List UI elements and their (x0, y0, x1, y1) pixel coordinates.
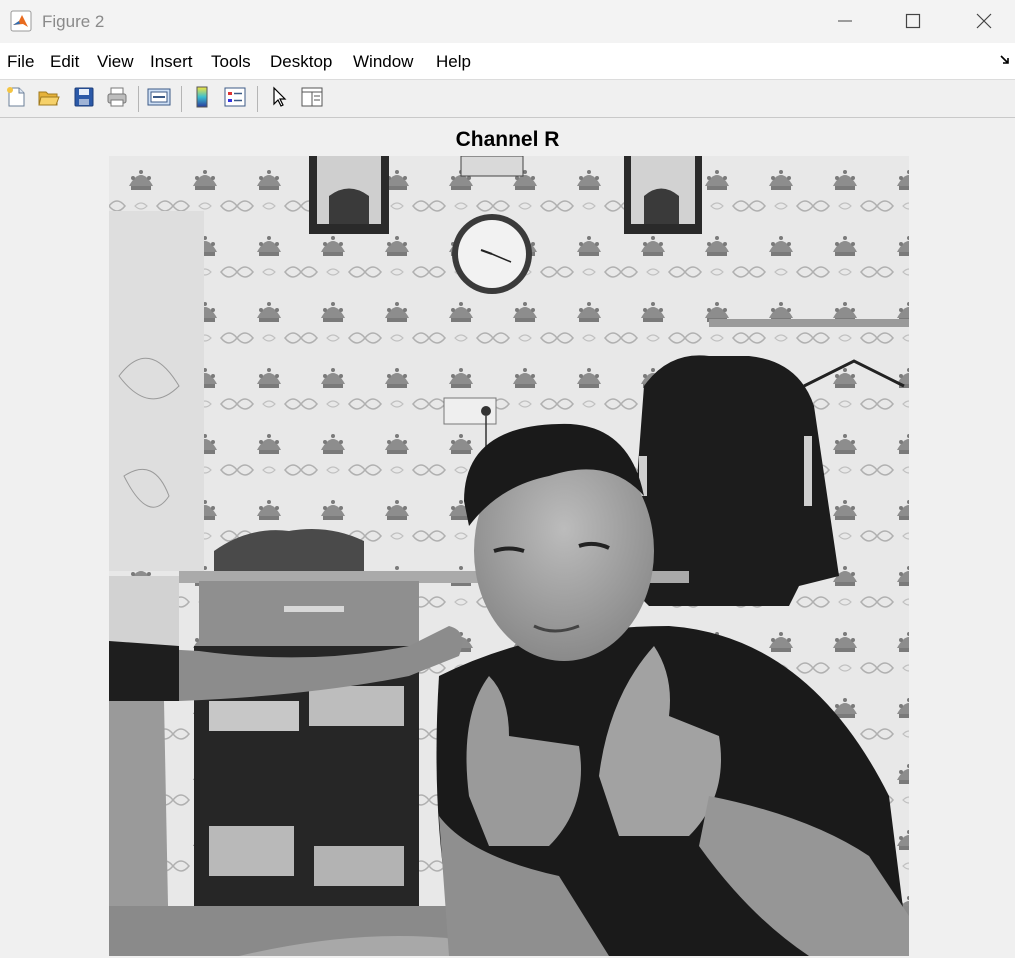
close-icon (976, 13, 992, 29)
menu-desktop[interactable]: Desktop (270, 52, 332, 72)
grayscale-image (109, 156, 909, 956)
property-inspector-icon (301, 87, 323, 107)
minimize-icon (838, 20, 852, 22)
link-plot-icon (147, 88, 171, 106)
paper-drawings (109, 211, 204, 571)
axes-title: Channel R (455, 128, 560, 151)
figure-toolbar (0, 80, 1015, 118)
open-file-button[interactable] (35, 83, 63, 111)
toolbar-separator (181, 86, 182, 112)
toolbar-separator (138, 86, 139, 112)
window-titlebar: Figure 2 (0, 0, 1015, 43)
link-plot-button[interactable] (145, 83, 173, 111)
window-title: Figure 2 (42, 12, 105, 31)
menu-tools[interactable]: Tools (211, 52, 251, 72)
menu-file[interactable]: File (7, 52, 34, 72)
save-icon (74, 87, 94, 107)
print-icon (107, 87, 127, 107)
menu-window[interactable]: Window (353, 52, 413, 72)
minimize-button[interactable] (822, 6, 868, 36)
pointer-icon (273, 86, 287, 107)
menu-bar: File Edit View Insert Tools Desktop Wind… (0, 43, 1015, 80)
menu-help[interactable]: Help (436, 52, 471, 72)
save-button[interactable] (70, 83, 98, 111)
print-button[interactable] (103, 83, 131, 111)
menu-insert[interactable]: Insert (150, 52, 193, 72)
maximize-button[interactable] (890, 6, 936, 36)
wall-clock (452, 214, 532, 294)
menu-view[interactable]: View (97, 52, 134, 72)
new-figure-icon (7, 87, 25, 107)
matlab-logo-icon (10, 10, 32, 32)
open-file-icon (38, 91, 60, 106)
maximize-icon (905, 13, 921, 29)
figure-canvas: Channel R (0, 118, 1015, 958)
insert-colorbar-button[interactable] (188, 83, 216, 111)
toolbar-separator (257, 86, 258, 112)
insert-legend-icon (224, 87, 246, 107)
menu-edit[interactable]: Edit (50, 52, 79, 72)
property-inspector-button[interactable] (298, 83, 326, 111)
dock-figure-icon[interactable] (999, 54, 1011, 66)
insert-legend-button[interactable] (221, 83, 249, 111)
close-button[interactable] (961, 6, 1007, 36)
pointer-button[interactable] (265, 83, 293, 111)
clothes-rack (709, 319, 909, 327)
insert-colorbar-icon (196, 86, 208, 108)
new-figure-button[interactable] (2, 83, 30, 111)
